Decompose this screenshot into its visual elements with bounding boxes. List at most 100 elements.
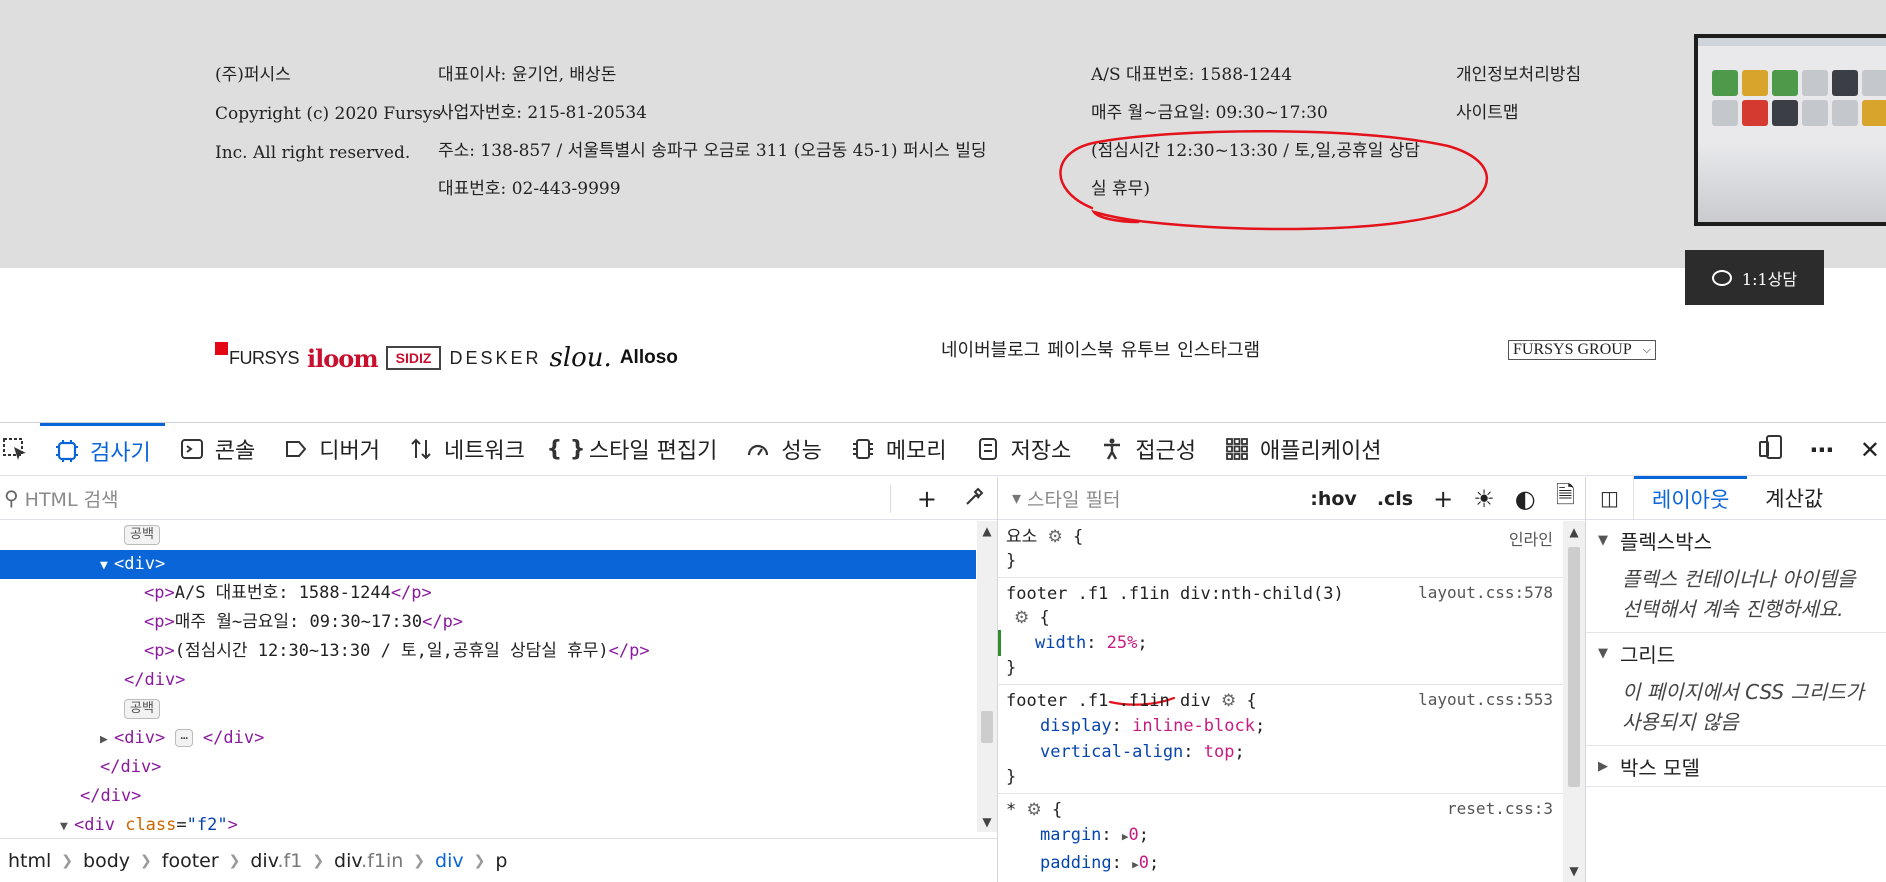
rule-selector: * (1006, 800, 1017, 820)
rule-source[interactable]: layout.css:553 (1418, 690, 1553, 709)
iloom-logo[interactable]: iloom (307, 344, 379, 373)
tab-layout[interactable]: 레이아웃 (1634, 476, 1748, 519)
group-site-select[interactable]: FURSYS GROUP ⌵ (1508, 340, 1656, 360)
print-media-document-icon[interactable]: 🗎 (1556, 478, 1575, 519)
tab-network[interactable]: 네트워크 (394, 423, 539, 476)
html-search-bar[interactable]: ⚲ HTML 검색 + (0, 477, 997, 520)
declaration-display[interactable]: display: inline-block; (1006, 713, 1555, 739)
tree-div-close[interactable]: </div> (0, 666, 976, 695)
rule-source[interactable]: layout.css:578 (1418, 583, 1553, 602)
rule-source[interactable]: reset.css:3 (1447, 799, 1553, 818)
devtools-panel: 검사기 콘솔 디버거 네트워크 { } 스타일 편집기 성능 메모리 저장소 접… (0, 422, 1886, 882)
breadcrumb-html[interactable]: html (8, 850, 51, 872)
sidiz-logo[interactable]: SIDIZ (385, 346, 442, 370)
as-phone: A/S 대표번호: 1588-1244 (1091, 65, 1293, 85)
app-grid-icon (1224, 436, 1250, 462)
tab-debugger[interactable]: 디버거 (269, 423, 394, 476)
instagram-link[interactable]: 인스타그램 (1177, 336, 1260, 362)
style-filter-bar[interactable]: ▾ 스타일 필터 :hov .cls + ☀ ◐ 🗎 (998, 477, 1585, 520)
rule-nth-child-3[interactable]: layout.css:578 footer .f1 .f1in div:nth-… (998, 578, 1563, 706)
desker-logo[interactable]: DESKER (449, 348, 541, 369)
breadcrumb-p[interactable]: p (495, 850, 507, 872)
tab-memory[interactable]: 메모리 (836, 423, 961, 476)
tree-p-hours[interactable]: <p>매주 월~금요일: 09:30~17:30</p> (0, 608, 976, 637)
responsive-design-icon[interactable] (1758, 434, 1784, 466)
rule-universal-reset[interactable]: reset.css:3 * ⚙ { margin: ▶0; padding: ▶… (998, 794, 1563, 882)
flexbox-section-header[interactable]: ▼ 플렉스박스 (1586, 520, 1886, 560)
tab-performance[interactable]: 성능 (731, 423, 835, 476)
breadcrumb-body[interactable]: body (83, 850, 130, 872)
more-options-icon[interactable]: ⋯ (1810, 436, 1834, 464)
tree-selected-div[interactable]: ▼ <div> (0, 550, 976, 579)
dom-tree: 공백 ▼ <div> <p>A/S 대표번호: 1588-1244</p> <p>… (0, 521, 976, 832)
dom-tree-scrollbar[interactable]: ▲ ▼ (977, 521, 997, 832)
eyedropper-icon[interactable] (963, 484, 987, 514)
hov-toggle-button[interactable]: :hov (1310, 488, 1357, 510)
gear-icon[interactable]: ⚙ (1048, 527, 1063, 547)
declaration-margin[interactable]: margin: ▶0; (1006, 822, 1555, 850)
youtube-link[interactable]: 유투브 (1121, 336, 1171, 362)
tree-div-close-2[interactable]: </div> (0, 753, 976, 782)
footer-links-column: 개인정보처리방침 사이트맵 (1456, 56, 1581, 132)
tree-whitespace-node-2[interactable]: 공백 (0, 695, 976, 724)
tree-p-lunch[interactable]: <p>(점심시간 12:30~13:30 / 토,일,공휴일 상담실 휴무)</… (0, 637, 976, 666)
lunch-note-line2: 실 휴무) (1091, 179, 1150, 199)
add-rule-icon[interactable]: + (1433, 485, 1453, 513)
tab-performance-label: 성능 (781, 439, 822, 464)
tree-collapsed-div[interactable]: ▶ <div> ⋯ </div> (0, 724, 976, 753)
breadcrumb-div-f1in[interactable]: div.f1in (334, 850, 403, 872)
breadcrumb-div-f1[interactable]: div.f1 (250, 850, 302, 872)
rule-source[interactable]: 인라인 (1509, 526, 1553, 550)
rule-div-inline-block[interactable]: layout.css:553 footer .f1 .f1in div ⚙ { … (998, 685, 1563, 794)
tree-whitespace-node[interactable]: 공백 (0, 521, 976, 550)
light-scheme-sun-icon[interactable]: ☀ (1473, 485, 1495, 513)
breadcrumb-div-current[interactable]: div (435, 850, 464, 872)
copyright-line1: Copyright (c) 2020 Fursys (215, 104, 442, 124)
tab-debugger-label: 디버거 (319, 439, 380, 464)
element-picker-button[interactable] (0, 423, 40, 476)
fursys-logo[interactable]: FURSYS (215, 341, 300, 369)
tab-application-label: 애플리케이션 (1260, 439, 1382, 464)
sitemap-link[interactable]: 사이트맵 (1456, 94, 1581, 132)
alloso-logo[interactable]: Alloso (620, 347, 678, 369)
slou-logo[interactable]: slou. (549, 343, 611, 373)
tab-console[interactable]: 콘솔 (165, 423, 269, 476)
declaration-padding[interactable]: padding: ▶0; (1006, 850, 1555, 878)
curly-braces-icon: { } (546, 436, 586, 462)
facebook-link[interactable]: 페이스북 (1047, 336, 1113, 362)
gear-icon[interactable]: ⚙ (1027, 800, 1042, 820)
business-number: 사업자번호: 215-81-20534 (438, 103, 647, 123)
tree-div-close-3[interactable]: </div> (0, 782, 976, 811)
rule-element-inline[interactable]: 인라인 요소 ⚙ { } (998, 521, 1563, 578)
html-search-placeholder: HTML 검색 (24, 488, 119, 511)
grid-section-header[interactable]: ▼ 그리드 (1586, 633, 1886, 673)
privacy-policy-link[interactable]: 개인정보처리방침 (1456, 56, 1581, 94)
tab-accessibility[interactable]: 접근성 (1085, 423, 1210, 476)
naver-blog-link[interactable]: 네이버블로그 (941, 336, 1040, 362)
declaration-width[interactable]: width: 25%; (998, 630, 1555, 656)
close-icon[interactable]: ✕ (1860, 436, 1880, 464)
box-model-section-header[interactable]: ▶ 박스 모델 (1586, 746, 1886, 786)
tab-style-editor[interactable]: { } 스타일 편집기 (539, 423, 731, 476)
tab-storage[interactable]: 저장소 (961, 423, 1086, 476)
add-node-icon[interactable]: + (917, 485, 937, 513)
rules-scrollbar[interactable]: ▲ ▼ (1563, 521, 1585, 882)
tree-p-as-phone[interactable]: <p>A/S 대표번호: 1588-1244</p> (0, 579, 976, 608)
toggle-sidebar-icon[interactable]: ◫ (1586, 476, 1634, 519)
tab-inspector[interactable]: 검사기 (40, 422, 165, 476)
devtools-toolbar: 검사기 콘솔 디버거 네트워크 { } 스타일 편집기 성능 메모리 저장소 접… (0, 422, 1886, 476)
grid-hint-line1: 이 페이지에서 CSS 그리드가 (1622, 680, 1865, 704)
tab-computed[interactable]: 계산값 (1747, 476, 1841, 519)
tree-div-f2[interactable]: ▼ <div class="f2"> (0, 811, 976, 832)
memory-chip-icon (850, 436, 876, 462)
dark-scheme-half-circle-icon[interactable]: ◐ (1515, 485, 1536, 513)
chat-consult-button[interactable]: 1:1상담 (1685, 250, 1824, 305)
tab-application[interactable]: 애플리케이션 (1210, 423, 1395, 476)
gear-icon[interactable]: ⚙ (1221, 691, 1236, 711)
cls-toggle-button[interactable]: .cls (1377, 488, 1413, 510)
chevron-down-icon: ▼ (1598, 645, 1608, 661)
breadcrumb-footer[interactable]: footer (162, 850, 219, 872)
screen-thumbnail (1694, 34, 1886, 226)
gear-icon[interactable]: ⚙ (1014, 608, 1029, 628)
declaration-vertical-align[interactable]: vertical-align: top; (1006, 739, 1555, 765)
